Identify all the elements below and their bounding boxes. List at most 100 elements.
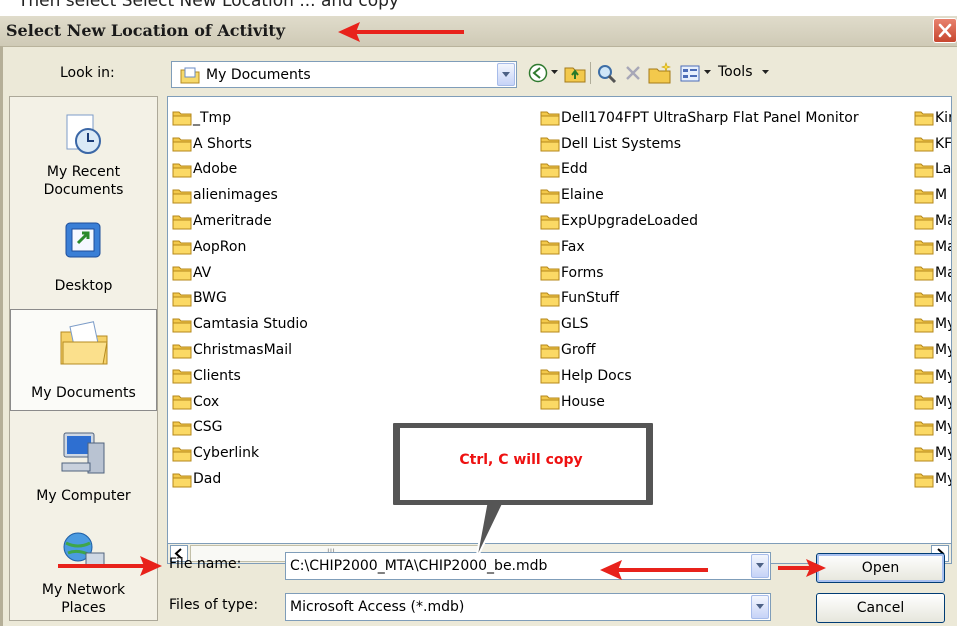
toolbar-separator <box>590 62 591 84</box>
folder-icon <box>172 213 193 230</box>
folder-item[interactable]: BWG <box>172 286 308 312</box>
folder-name: Edd <box>561 161 588 178</box>
folder-name: My <box>935 471 951 488</box>
folder-name: La <box>935 161 952 178</box>
instruction-text: Then select Select New Location ... and … <box>18 0 399 11</box>
folder-item[interactable]: M <box>914 182 951 208</box>
folder-item[interactable]: Adobe <box>172 157 308 183</box>
close-button[interactable] <box>933 18 957 43</box>
top-instruction-text-cut: Then select Select New Location ... and … <box>0 0 957 16</box>
place-my-computer[interactable]: My Computer <box>10 423 157 519</box>
cancel-button[interactable]: Cancel <box>816 593 945 623</box>
tools-menu[interactable]: Tools <box>718 64 753 80</box>
folder-item[interactable]: My <box>914 440 951 466</box>
folder-name: Clients <box>193 367 241 384</box>
delete-icon[interactable] <box>624 64 642 82</box>
lookin-combo[interactable]: My Documents <box>171 61 517 88</box>
folder-item[interactable]: Mc <box>914 286 951 312</box>
folder-item[interactable]: My <box>914 415 951 441</box>
folder-item[interactable]: My <box>914 363 951 389</box>
folder-item[interactable]: Edd <box>540 157 859 183</box>
folder-item[interactable]: Cox <box>172 389 308 415</box>
back-dropdown-icon[interactable] <box>551 70 558 75</box>
folder-item[interactable]: My <box>914 389 951 415</box>
lookin-dropdown-button[interactable] <box>497 63 515 86</box>
folder-item[interactable]: Forms <box>540 260 859 286</box>
place-my-recent-documents[interactable]: My Recent Documents <box>10 101 157 199</box>
folder-item[interactable]: _Tmp <box>172 105 308 131</box>
place-label-line2: Documents <box>43 182 124 198</box>
up-folder-icon[interactable] <box>564 63 586 83</box>
folder-item[interactable]: My <box>914 311 951 337</box>
folder-item[interactable]: Ma <box>914 208 951 234</box>
folder-item[interactable]: ChristmasMail <box>172 337 308 363</box>
back-icon[interactable] <box>528 63 548 83</box>
place-my-documents[interactable]: My Documents <box>10 309 157 411</box>
folder-name: Mc <box>935 290 951 307</box>
filetype-select[interactable]: Microsoft Access (*.mdb) <box>285 593 771 621</box>
folder-name: My <box>935 419 951 436</box>
folder-item[interactable]: AopRon <box>172 234 308 260</box>
folder-item[interactable]: House <box>540 389 859 415</box>
folder-icon <box>540 161 561 178</box>
folder-item[interactable]: GLS <box>540 311 859 337</box>
open-pointer-arrow <box>778 559 826 577</box>
folder-item[interactable]: Fax <box>540 234 859 260</box>
folder-icon <box>540 316 561 333</box>
folder-icon <box>172 316 193 333</box>
folder-icon <box>540 264 561 281</box>
new-folder-icon[interactable] <box>648 62 672 84</box>
desktop-icon <box>65 222 100 258</box>
folder-item[interactable]: Ameritrade <box>172 208 308 234</box>
folder-icon <box>540 135 561 152</box>
folder-name: Elaine <box>561 187 604 204</box>
views-dropdown-icon[interactable] <box>704 70 711 75</box>
folder-item[interactable]: AV <box>172 260 308 286</box>
folder-item[interactable]: My <box>914 337 951 363</box>
folder-item[interactable]: A Shorts <box>172 131 308 157</box>
place-label: My Documents <box>31 385 136 401</box>
folder-icon <box>914 238 935 255</box>
folder-name: Cox <box>193 393 220 410</box>
open-button[interactable]: Open <box>816 553 945 583</box>
folder-icon <box>914 445 935 462</box>
folder-item[interactable]: KF <box>914 131 951 157</box>
folder-item[interactable]: My <box>914 466 951 492</box>
folder-icon <box>540 187 561 204</box>
folder-name: AopRon <box>193 238 247 255</box>
folder-item[interactable]: La <box>914 157 952 183</box>
tools-dropdown-icon[interactable] <box>762 70 769 75</box>
place-desktop[interactable]: Desktop <box>10 209 157 305</box>
search-web-icon[interactable] <box>596 63 618 83</box>
dialog-left-border <box>0 46 3 626</box>
filetype-dropdown-button[interactable] <box>751 595 769 619</box>
folder-item[interactable]: Groff <box>540 337 859 363</box>
folder-item[interactable]: Dell1704FPT UltraSharp Flat Panel Monito… <box>540 105 859 131</box>
folder-item[interactable]: Elaine <box>540 182 859 208</box>
filename-dropdown-button[interactable] <box>751 554 769 578</box>
my-documents-icon <box>180 67 200 84</box>
folder-icon <box>914 213 935 230</box>
folder-item[interactable]: Clients <box>172 363 308 389</box>
folder-item[interactable]: CSG <box>172 415 308 441</box>
folder-item[interactable]: Cyberlink <box>172 440 308 466</box>
folder-icon <box>540 342 561 359</box>
folder-name: House <box>561 393 605 410</box>
my-documents-folder-icon <box>60 321 108 365</box>
folder-item[interactable]: ExpUpgradeLoaded <box>540 208 859 234</box>
folder-item[interactable]: alienimages <box>172 182 308 208</box>
folder-icon <box>172 471 193 488</box>
folder-name: Ma <box>935 238 951 255</box>
folder-item[interactable]: Ma <box>914 260 951 286</box>
folder-item[interactable]: Ma <box>914 234 951 260</box>
folder-item[interactable]: Camtasia Studio <box>172 311 308 337</box>
places-bar: My Recent Documents Desktop My Documents… <box>9 96 158 621</box>
folder-item[interactable]: Kir <box>914 105 951 131</box>
folder-item[interactable]: Dell List Systems <box>540 131 859 157</box>
filename-pointer-arrow <box>58 556 162 576</box>
folder-item[interactable]: Help Docs <box>540 363 859 389</box>
folder-item[interactable]: Dad <box>172 466 308 492</box>
views-icon[interactable] <box>680 65 700 82</box>
folder-item[interactable]: FunStuff <box>540 286 859 312</box>
folder-name: ExpUpgradeLoaded <box>561 213 698 230</box>
